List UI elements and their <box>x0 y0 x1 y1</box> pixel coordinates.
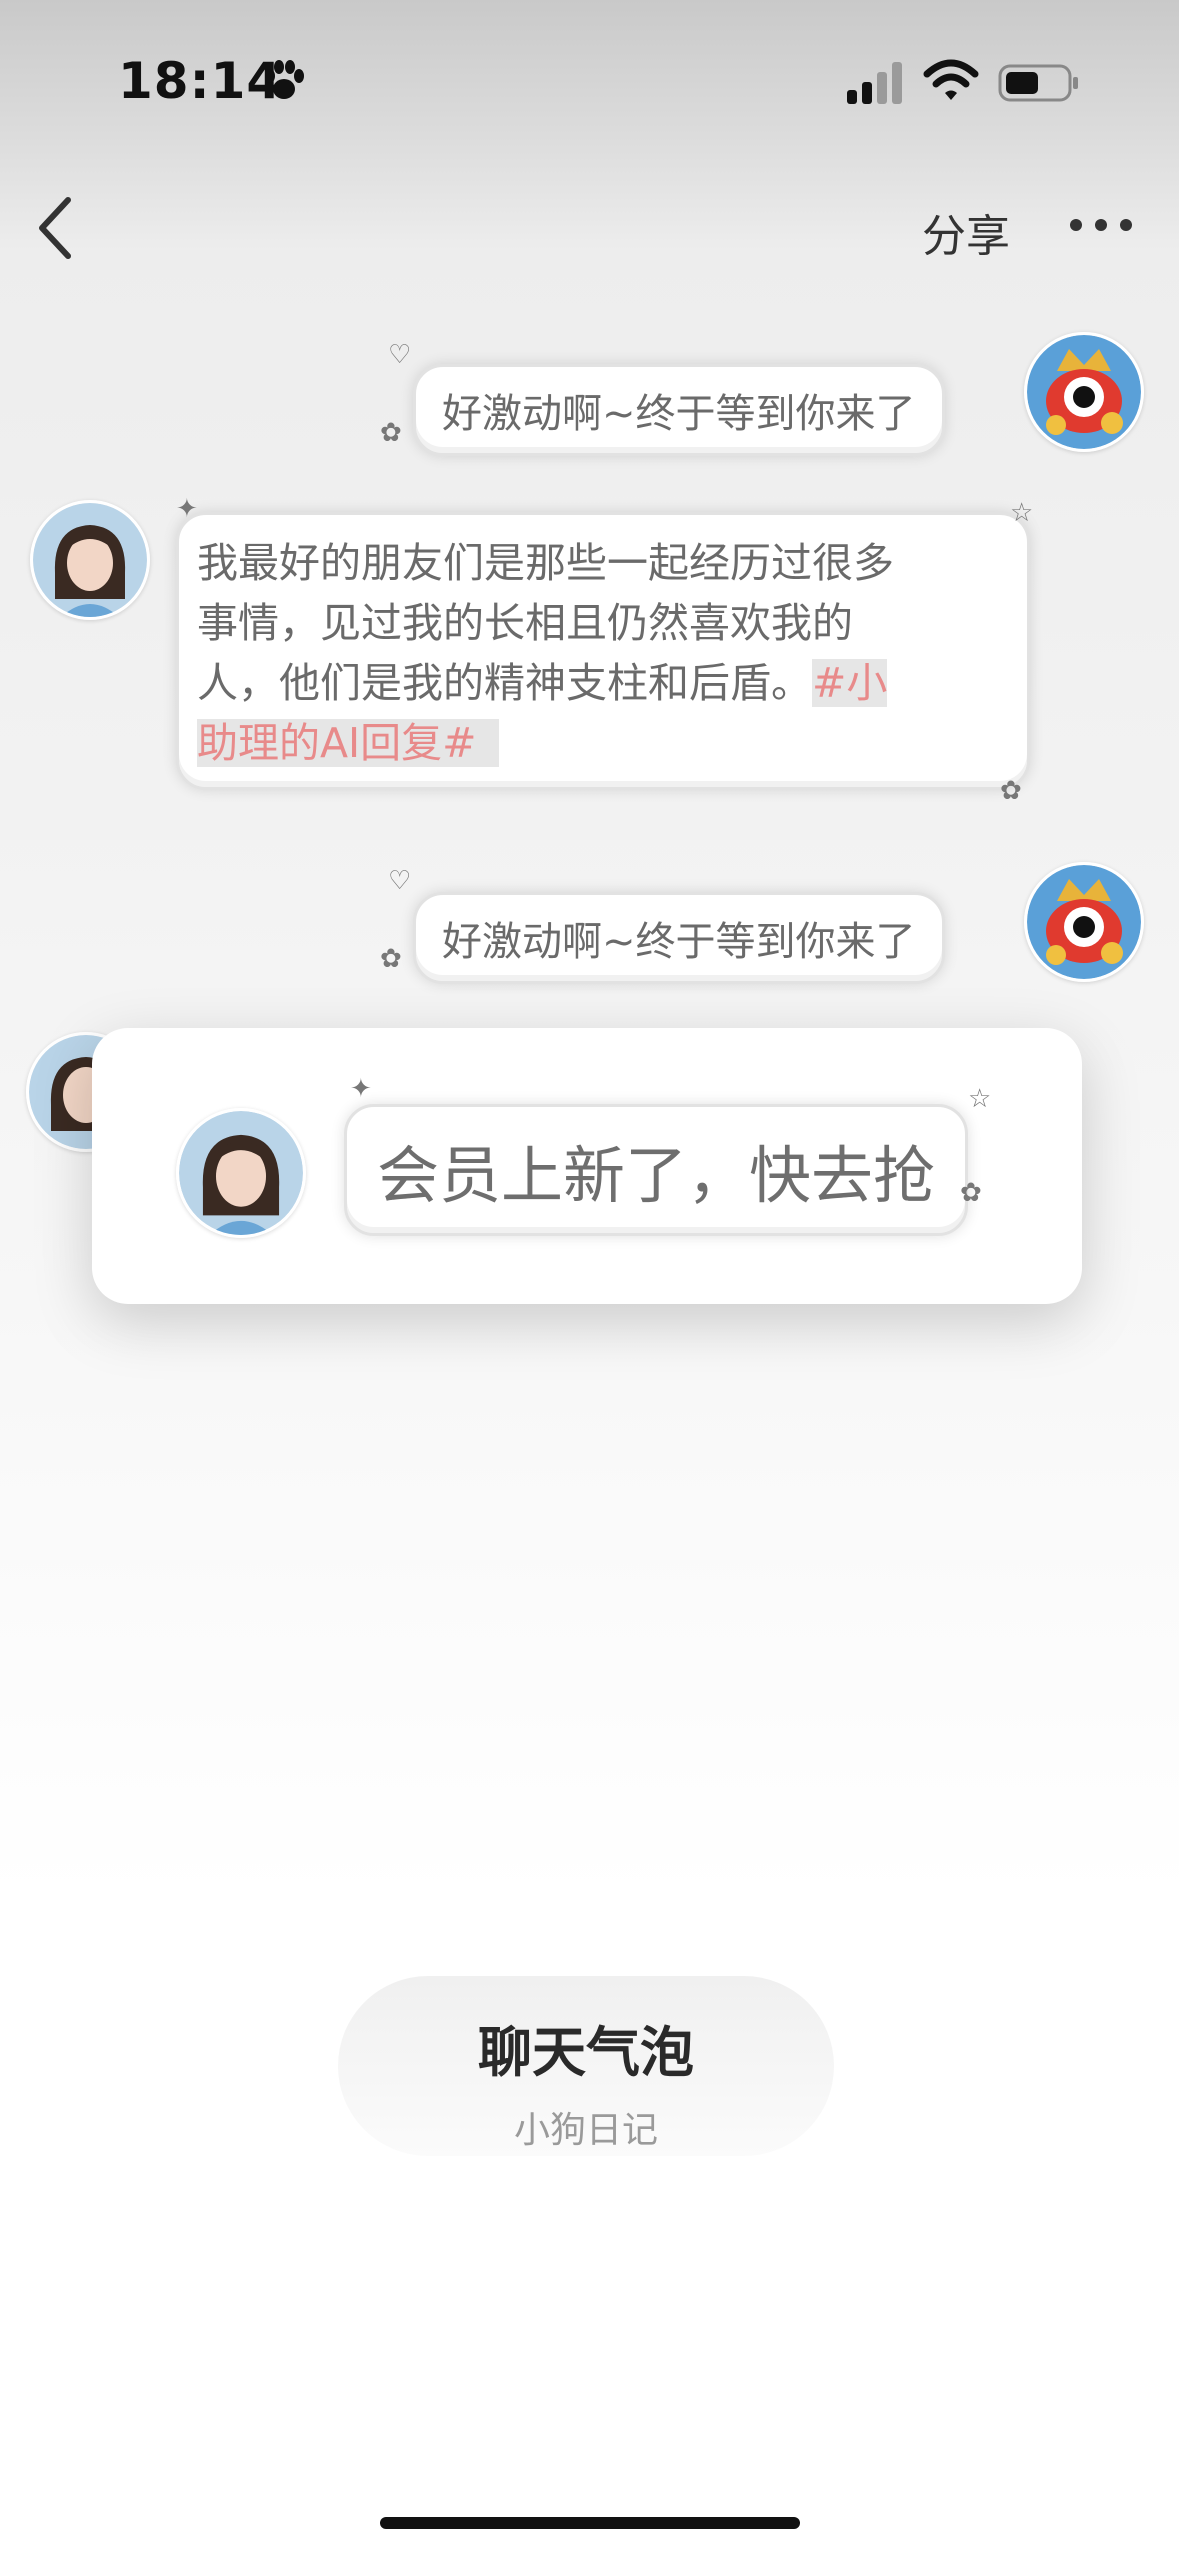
signal-icon <box>847 62 902 104</box>
paw-decoration-icon: ✿ <box>960 1178 982 1208</box>
bubble-preview-popup[interactable]: 会员上新了，快去抢 ✦ ☆ ✿ <box>92 1028 1082 1304</box>
status-time: 18:14 <box>118 52 283 110</box>
star-icon: ✦ <box>176 494 198 524</box>
mascot-avatar[interactable] <box>1024 332 1144 452</box>
battery-icon <box>998 64 1078 102</box>
card-subtitle: 小狗日记 <box>513 2110 658 2151</box>
chat-bubble[interactable]: 好激动啊~终于等到你来了 <box>413 892 945 984</box>
chat-bubble[interactable]: 好激动啊~终于等到你来了 <box>413 364 945 456</box>
chat-bubble[interactable]: 我最好的朋友们是那些一起经历过很多 事情，见过我的长相且仍然喜欢我的 人，他们是… <box>176 512 1030 790</box>
message-line: 助理的AI回复# <box>197 713 1009 773</box>
paw-decoration-icon: ✿ <box>380 418 402 448</box>
star-icon: ☆ <box>1010 498 1034 528</box>
ai-reply-tag[interactable]: 助理的AI回复# <box>197 719 499 767</box>
mascot-avatar[interactable] <box>1024 862 1144 982</box>
share-button[interactable]: 分享 <box>922 200 1010 264</box>
message-text: 好激动啊~终于等到你来了 <box>442 919 916 965</box>
more-icon[interactable] <box>1066 200 1136 250</box>
girl-avatar[interactable] <box>30 500 150 620</box>
home-indicator[interactable] <box>380 2517 800 2529</box>
chat-bubble: 会员上新了，快去抢 <box>344 1104 969 1236</box>
message-line: 人，他们是我的精神支柱和后盾。#小 <box>197 653 1009 713</box>
message-text: 人，他们是我的精神支柱和后盾。 <box>197 659 812 707</box>
popup-text: 会员上新了，快去抢 <box>377 1139 936 1212</box>
card-title: 聊天气泡 <box>478 2021 694 2084</box>
wifi-icon <box>923 59 979 100</box>
message-text: 好激动啊~终于等到你来了 <box>442 391 916 437</box>
back-button[interactable] <box>28 188 88 268</box>
star-icon: ✦ <box>350 1074 372 1104</box>
heart-icon: ♡ <box>388 340 412 370</box>
paw-decoration-icon: ✿ <box>380 944 402 974</box>
star-icon: ☆ <box>968 1084 992 1114</box>
message-line: 事情，见过我的长相且仍然喜欢我的 <box>197 599 853 647</box>
ai-reply-tag[interactable]: #小 <box>812 659 888 707</box>
message-line: 我最好的朋友们是那些一起经历过很多 <box>197 539 894 587</box>
bubble-info-card[interactable]: 聊天气泡 小狗日记 <box>338 1976 834 2156</box>
paw-icon <box>265 60 304 99</box>
heart-icon: ♡ <box>388 866 412 896</box>
girl-avatar <box>176 1108 306 1238</box>
paw-decoration-icon: ✿ <box>1000 776 1022 806</box>
